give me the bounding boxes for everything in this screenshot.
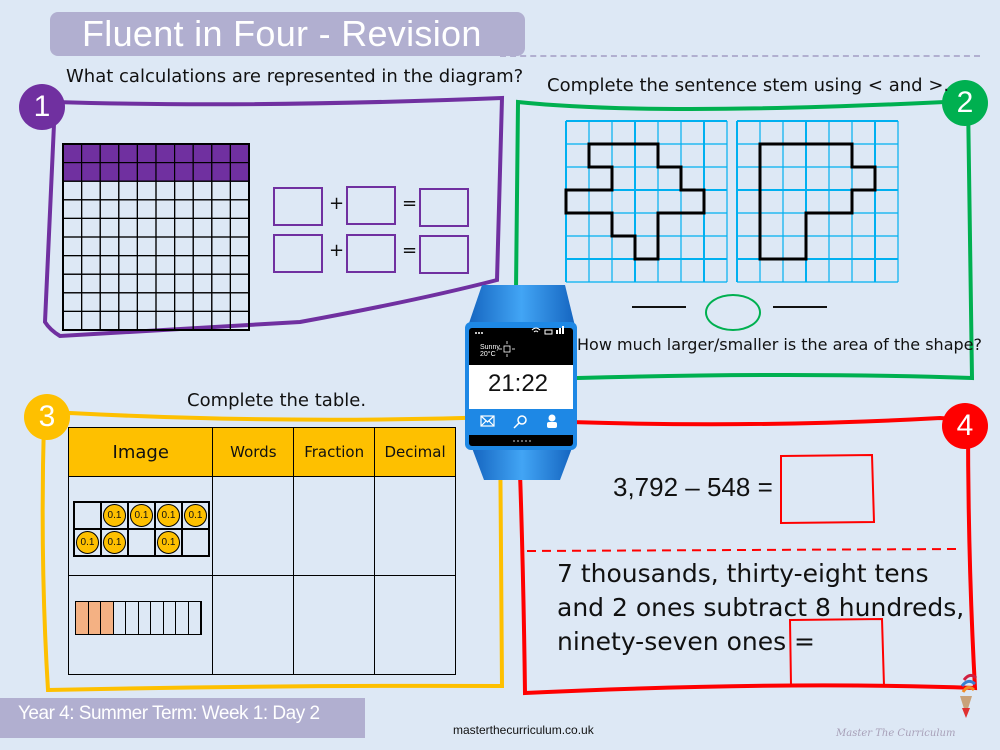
pencil-logo-icon <box>960 673 978 718</box>
